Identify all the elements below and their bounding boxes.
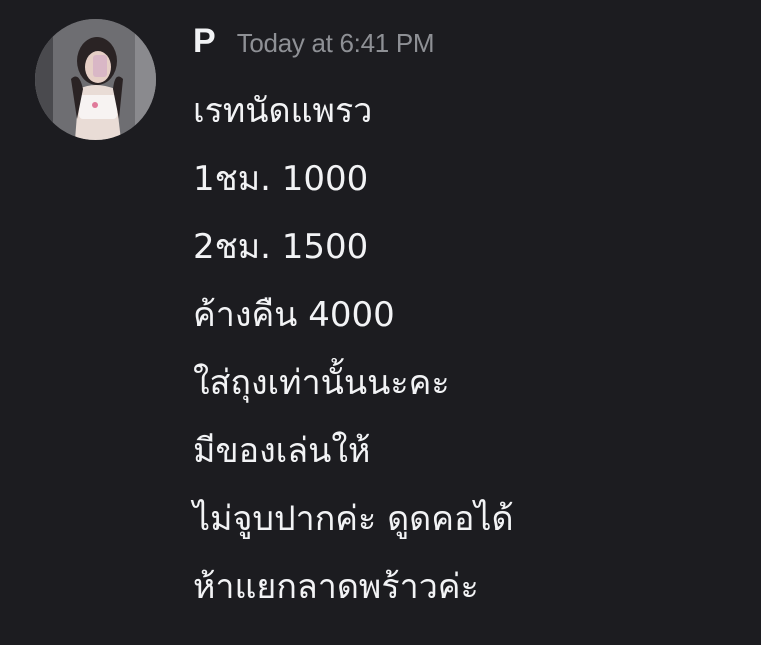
message-header: P Today at 6:41 PM bbox=[193, 22, 435, 66]
message-content: เรทนัดแพรว 1ชม. 1000 2ชม. 1500 ค้างคืน 4… bbox=[193, 86, 514, 630]
message-line: ค้างคืน 4000 bbox=[193, 295, 395, 335]
avatar-photo bbox=[35, 19, 156, 140]
chat-message: P Today at 6:41 PM เรทนัดแพรว 1ชม. 1000 … bbox=[0, 0, 761, 645]
message-line: ใส่ถุงเท่านั้นนะคะ bbox=[193, 363, 450, 403]
message-line: เรทนัดแพรว bbox=[193, 91, 373, 131]
message-line: ห้าแยกลาดพร้าวค่ะ bbox=[193, 567, 479, 607]
message-line: ไม่จูบปากค่ะ ดูดคอได้ bbox=[193, 499, 514, 539]
message-line: 2ชม. 1500 bbox=[193, 227, 369, 267]
message-line: มีของเล่นให้ bbox=[193, 431, 371, 471]
timestamp: Today at 6:41 PM bbox=[236, 28, 435, 58]
avatar[interactable] bbox=[35, 19, 156, 140]
username[interactable]: P bbox=[193, 22, 216, 61]
message-line: 1ชม. 1000 bbox=[193, 159, 369, 199]
